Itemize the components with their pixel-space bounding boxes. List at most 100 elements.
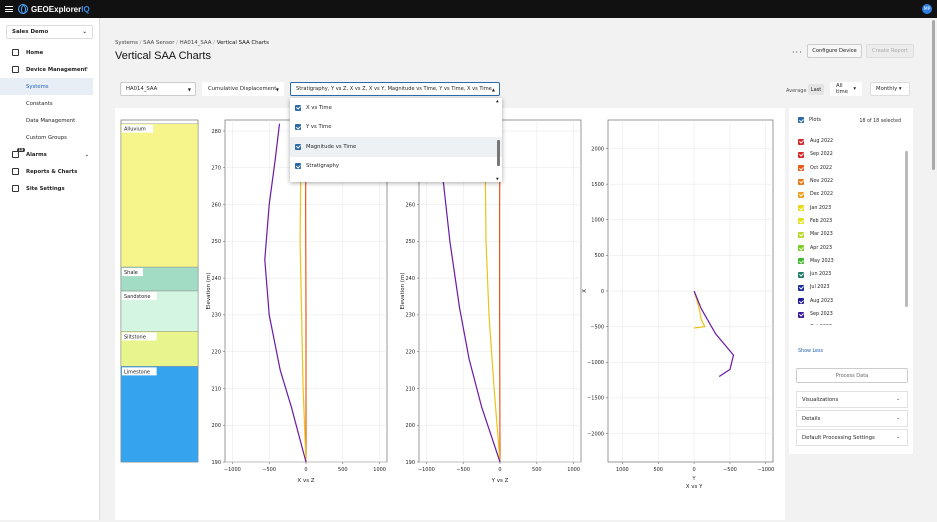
range-select[interactable]: All time ▾ (830, 82, 862, 96)
plot-item[interactable]: Jun 2023 (798, 268, 902, 281)
avatar[interactable]: MP (922, 4, 932, 14)
plots-panel: Plots 18 of 18 selected Aug 2022Sep 2022… (789, 108, 913, 454)
y-tick-label: −1000 (587, 360, 604, 366)
interval-select[interactable]: Monthly ▾ (870, 82, 910, 96)
x-tick-label: 0 (498, 467, 501, 473)
sidebar-item-constants[interactable]: Constants (0, 95, 99, 112)
average-label[interactable]: Average (786, 88, 807, 94)
plot-color-checkbox[interactable] (798, 272, 804, 278)
plot-item-label: Aug 2023 (810, 299, 833, 304)
plot-color-checkbox[interactable] (798, 298, 804, 304)
accordion-details[interactable]: Details⌄ (796, 410, 908, 427)
caret-down-icon: ▼ (276, 87, 279, 92)
plot-item-label: Mar 2023 (810, 232, 833, 237)
plot-item[interactable]: Sep 2023 (798, 308, 902, 321)
y-tick-label: −500 (590, 324, 604, 330)
checkbox[interactable] (295, 144, 301, 150)
scroll-up-icon[interactable]: ▲ (496, 99, 499, 103)
dropdown-option[interactable]: Magnitude vs Time (290, 137, 502, 157)
dropdown-option[interactable]: Stratigraphy (290, 157, 502, 177)
x-axis-label: Y vs Z (491, 478, 509, 484)
sidebar-item-device-management[interactable]: Device Management⌃ (0, 61, 99, 78)
plot-color-checkbox[interactable] (798, 218, 804, 224)
plot-item[interactable]: Aug 2022 (798, 135, 902, 148)
dropdown-option[interactable]: Y vs Time (290, 118, 502, 138)
plot-color-checkbox[interactable] (798, 139, 804, 145)
plot-item[interactable]: Feb 2023 (798, 215, 902, 228)
plot-color-checkbox[interactable] (798, 205, 804, 211)
dropdown-option-label: Stratigraphy (306, 163, 339, 169)
plot-color-checkbox[interactable] (798, 192, 804, 198)
process-data-button[interactable]: Process Data (796, 368, 908, 383)
plot-item[interactable]: Nov 2022 (798, 175, 902, 188)
plot-color-checkbox[interactable] (798, 232, 804, 238)
plot-item[interactable]: Oct 2022 (798, 162, 902, 175)
x-tick-label: 500 (653, 467, 663, 473)
plot-item[interactable]: May 2023 (798, 255, 902, 268)
metric-select-value: Cumulative Displacement (208, 86, 276, 92)
sidebar-item-custom-groups[interactable]: Custom Groups (0, 129, 99, 146)
plot-item[interactable]: Aug 2023 (798, 295, 902, 308)
last-toggle[interactable]: Last (808, 84, 824, 95)
plot-color-checkbox[interactable] (798, 165, 804, 171)
x-tick-label: −500 (723, 467, 737, 473)
plots-scrollbar-thumb[interactable] (905, 151, 908, 307)
sensor-select[interactable]: HA014_SAA▼ (120, 82, 196, 96)
scroll-down-icon[interactable]: ▼ (496, 177, 499, 181)
plot-color-checkbox[interactable] (798, 258, 804, 264)
sidebar-item-data-management[interactable]: Data Management (0, 112, 99, 129)
plot-item[interactable]: Sep 2022 (798, 148, 902, 161)
caret-down-icon: ▾ (853, 86, 856, 92)
page-scrollbar-thumb[interactable] (932, 20, 935, 170)
accordion-default-processing-settings[interactable]: Default Processing Settings⌄ (796, 429, 908, 446)
checkbox[interactable] (295, 124, 301, 130)
plot-item[interactable]: Apr 2023 (798, 241, 902, 254)
breadcrumb-item[interactable]: HA014_SAA (180, 40, 212, 46)
show-less-link[interactable]: Show Less (798, 349, 823, 354)
plot-item[interactable]: Oct 2023 (798, 321, 902, 325)
configure-device-button[interactable]: Configure Device (807, 44, 862, 58)
page-scrollbar[interactable] (931, 18, 937, 520)
metric-select[interactable]: Cumulative Displacement▼ (202, 82, 284, 96)
plot-item[interactable]: Mar 2023 (798, 228, 902, 241)
plot-color-checkbox[interactable] (798, 245, 804, 251)
y-tick-label: 1500 (591, 182, 604, 188)
more-options-icon[interactable]: ··· (792, 48, 803, 57)
plot-color-checkbox[interactable] (798, 285, 804, 291)
x-tick-label: 500 (338, 467, 348, 473)
dropdown-option[interactable]: X vs Time (290, 98, 502, 118)
plots-scrollbar[interactable] (905, 135, 908, 325)
create-report-button[interactable]: Create Report (866, 44, 914, 58)
y-tick-label: −2000 (587, 431, 604, 437)
accordion-visualizations[interactable]: Visualizations⌄ (796, 391, 908, 408)
plot-item[interactable]: Dec 2022 (798, 188, 902, 201)
plot-item[interactable]: Jul 2023 (798, 281, 902, 294)
select-all-checkbox[interactable] (798, 117, 804, 123)
sidebar-item-systems[interactable]: Systems (0, 78, 93, 95)
workspace-selector[interactable]: Sales Demo ⌄ (6, 25, 93, 39)
plot-color-checkbox[interactable] (798, 312, 804, 318)
plot-item-label: Apr 2023 (810, 246, 832, 251)
checkbox[interactable] (295, 105, 301, 111)
app-logo[interactable]: GEOExplorerIQ (18, 4, 90, 14)
menu-icon[interactable] (5, 6, 13, 12)
sidebar-item-reports-charts[interactable]: Reports & Charts (0, 163, 99, 180)
sidebar-item-alarms[interactable]: 15Alarms⌄ (0, 146, 99, 163)
dropdown-scrollbar-thumb[interactable] (497, 140, 500, 166)
sidebar-item-site-settings[interactable]: Site Settings (0, 180, 99, 197)
breadcrumb-item[interactable]: SAA Sensor (143, 40, 174, 46)
y-tick-label: 260 (211, 202, 221, 208)
y-tick-label: 190 (211, 460, 221, 466)
plot-item[interactable]: Jan 2023 (798, 201, 902, 214)
sidebar-item-home[interactable]: Home (0, 44, 99, 61)
stratigraphy-label: Limestone (124, 369, 150, 375)
checkbox[interactable] (295, 163, 301, 169)
y-tick-label: 1000 (591, 218, 604, 224)
dropdown-scrollbar[interactable]: ▲ ▼ (497, 102, 500, 178)
y-tick-label: −1500 (587, 396, 604, 402)
plot-color-checkbox[interactable] (798, 152, 804, 158)
y-tick-label: 270 (211, 166, 221, 172)
views-select[interactable]: Stratigraphy, Y vs Z, X vs Z, X vs Y, Ma… (290, 82, 500, 96)
breadcrumb-item[interactable]: Systems (115, 40, 138, 46)
plot-color-checkbox[interactable] (798, 179, 804, 185)
